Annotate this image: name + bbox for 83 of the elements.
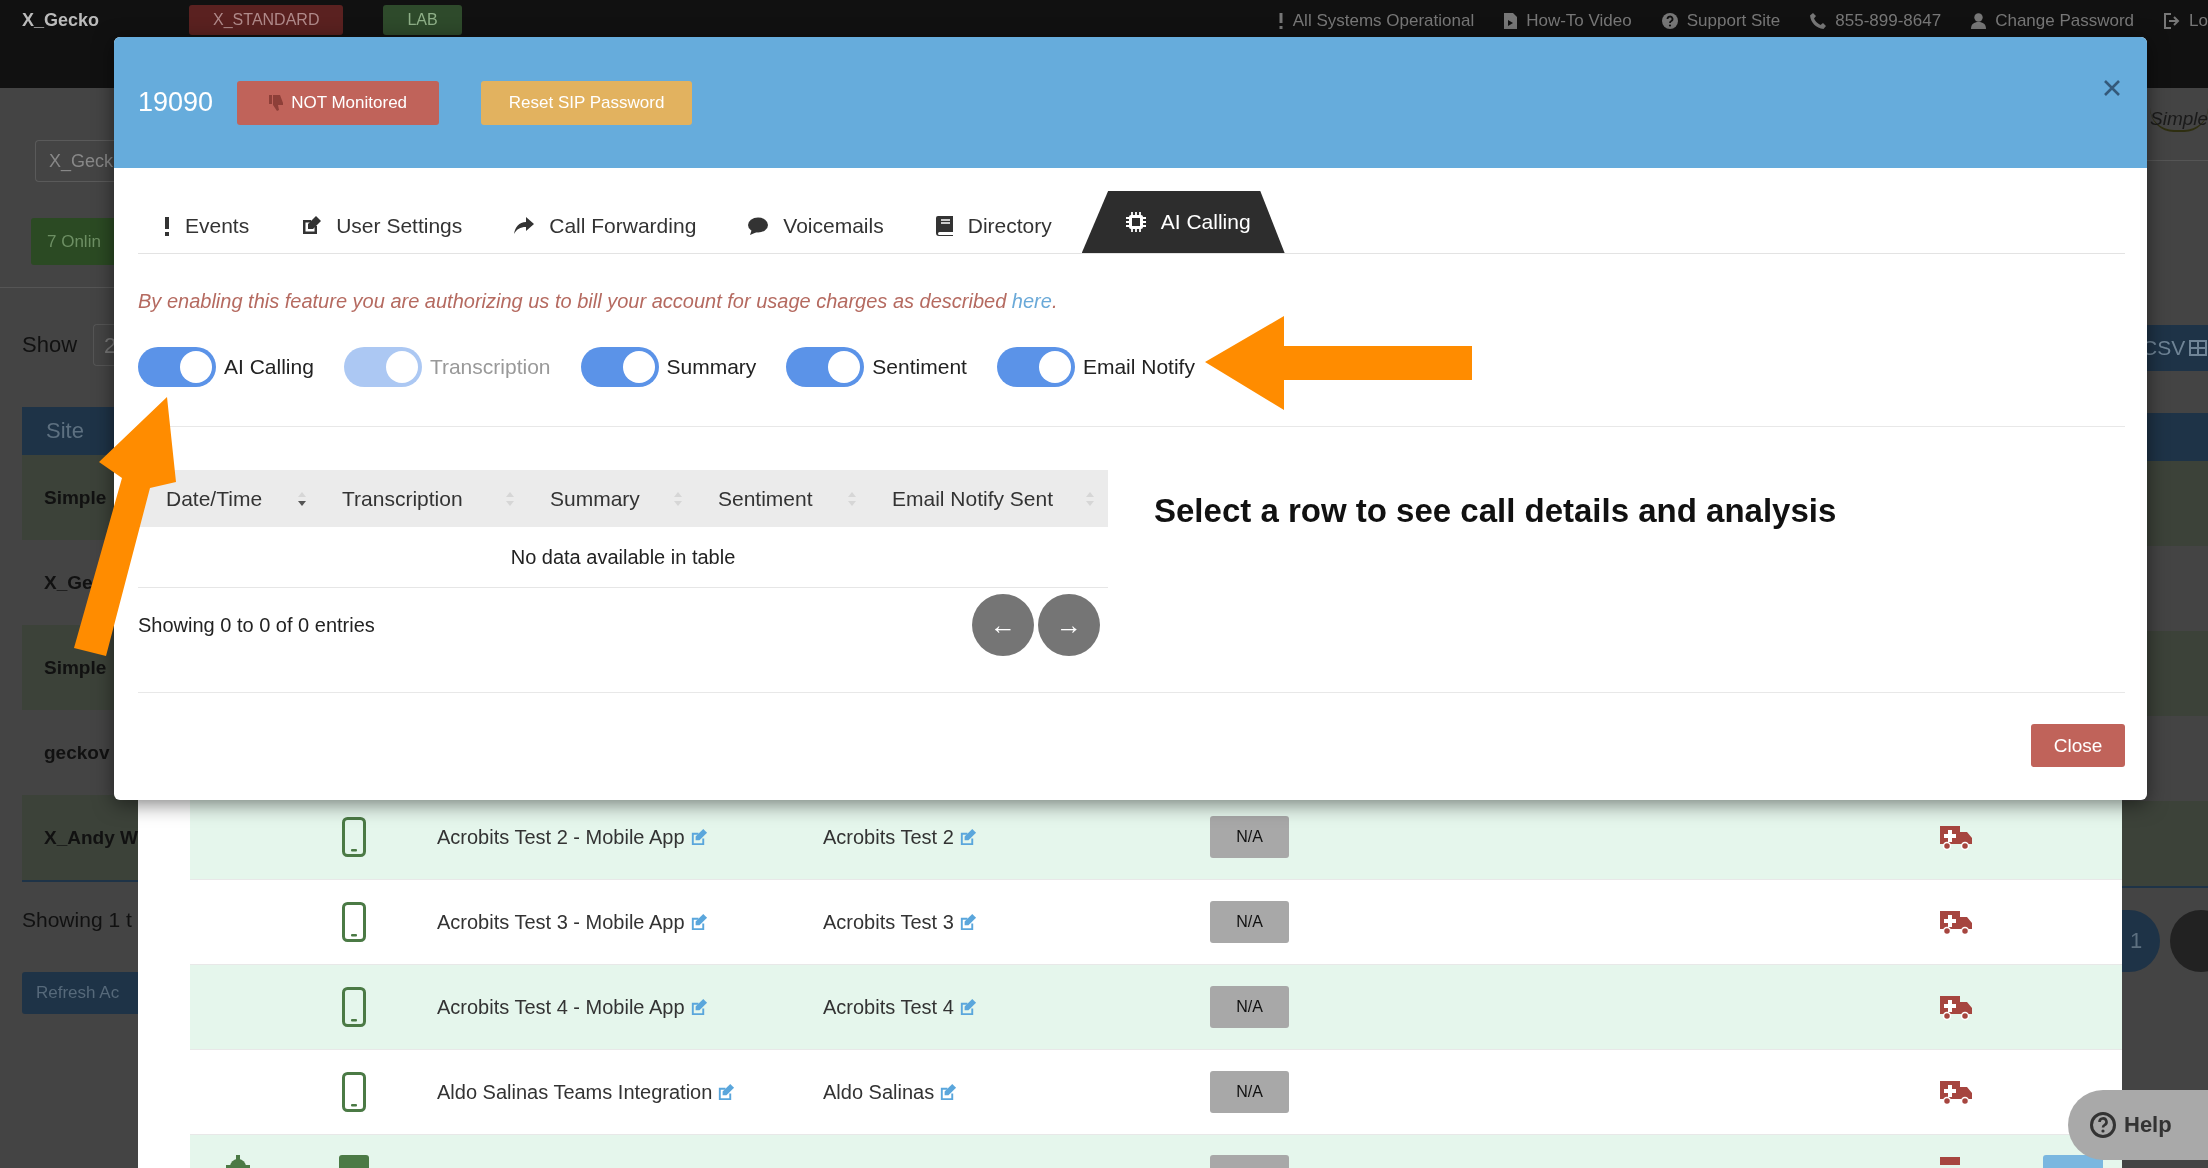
exclamation-icon — [1277, 13, 1284, 29]
ambulance-icon[interactable] — [1938, 993, 1974, 1021]
book-icon — [935, 216, 953, 236]
phone-icon — [1810, 13, 1827, 29]
next-page-button[interactable]: → — [1038, 594, 1100, 656]
device-name: Acrobits Test 3 - Mobile App — [437, 910, 685, 934]
chat-bubble-icon — [748, 217, 769, 235]
table-icon — [2189, 340, 2208, 356]
device-description: Aldo Salinas — [823, 1080, 935, 1104]
mobile-phone-icon — [342, 902, 366, 942]
device-name: Aldo Salinas Teams Integration — [437, 1080, 713, 1104]
page-button[interactable]: 1 — [2122, 910, 2160, 972]
tab[interactable]: Call Forwarding — [488, 199, 723, 253]
tab[interactable]: User Settings — [275, 199, 489, 253]
table-info: Showing 0 to 0 of 0 entries — [138, 613, 375, 637]
billing-notice: By enabling this feature you are authorizing us to bill your account for usage charges as described here. — [138, 289, 1059, 314]
toggle-switch[interactable] — [996, 347, 1075, 387]
chip-icon — [1125, 212, 1146, 232]
toggle-label: Summary — [666, 355, 757, 379]
column-header[interactable]: Date/Time — [166, 486, 263, 511]
top-link[interactable]: Change Password — [1995, 11, 2135, 31]
tab[interactable]: Events — [138, 199, 276, 253]
mobile-phone-icon — [342, 1072, 366, 1112]
monitor-button[interactable]: NOT Monitored — [237, 80, 440, 125]
terms-link[interactable]: here — [1011, 290, 1052, 312]
column-header[interactable]: Email Notify Sent — [892, 486, 1054, 511]
exclamation-icon — [164, 216, 170, 236]
edit-icon[interactable] — [938, 1082, 958, 1102]
toggle-switch[interactable] — [580, 347, 659, 387]
status-badge: N/A — [1210, 986, 1289, 1028]
tab[interactable]: Voicemails — [722, 199, 910, 253]
online-button[interactable]: 7 Onlin — [31, 218, 114, 265]
question-icon — [1661, 13, 1678, 29]
logout-icon — [2164, 13, 2181, 29]
top-link[interactable]: Lo — [2189, 11, 2208, 31]
edit-icon[interactable] — [716, 1082, 736, 1102]
ambulance-icon[interactable] — [1938, 823, 1974, 851]
details-heading: Select a row to see call details and analysis — [1154, 492, 1837, 530]
refresh-button[interactable]: Refresh Ac — [22, 972, 138, 1014]
share-arrow-icon — [514, 217, 535, 235]
toggle-label: Transcription — [429, 355, 551, 379]
thumbs-down-icon — [269, 94, 284, 111]
empty-table-message: No data available in table — [510, 545, 736, 569]
document-icon — [1504, 13, 1518, 29]
ambulance-icon[interactable] — [1938, 1078, 1974, 1106]
device-description: Acrobits Test 2 — [823, 825, 954, 849]
column-header[interactable]: Transcription — [342, 486, 463, 511]
plan-badge: LAB — [383, 5, 462, 35]
column-header[interactable]: Sentiment — [718, 486, 813, 511]
top-link[interactable]: 855-899-8647 — [1835, 11, 1942, 31]
toggle-label: Sentiment — [872, 355, 967, 379]
toggle-label: AI Calling — [224, 355, 314, 379]
plan-badge: X_STANDARD — [189, 5, 344, 35]
user-icon — [1971, 13, 1987, 29]
mobile-phone-icon — [342, 987, 366, 1027]
status-badge: N/A — [1210, 816, 1289, 858]
top-link[interactable]: All Systems Operational — [1292, 11, 1475, 31]
tab[interactable]: AI Calling — [1081, 191, 1285, 253]
toggle-label: Email Notify — [1082, 355, 1195, 379]
sort-icon[interactable] — [298, 490, 306, 507]
mobile-phone-icon — [342, 817, 366, 857]
top-link[interactable]: How-To Video — [1526, 11, 1632, 31]
device-description: Acrobits Test 3 — [823, 910, 954, 934]
question-icon — [2090, 1112, 2116, 1138]
close-button[interactable]: Close — [2031, 724, 2125, 767]
device-name: Acrobits Test 2 - Mobile App — [437, 825, 685, 849]
close-icon[interactable] — [2103, 79, 2121, 97]
toggle-switch[interactable] — [786, 347, 865, 387]
extension-number: 19090 — [138, 87, 214, 118]
column-header[interactable]: Summary — [550, 486, 640, 511]
edit-icon — [301, 216, 322, 236]
status-badge: N/A — [1210, 901, 1289, 943]
ambulance-icon[interactable] — [1938, 908, 1974, 936]
previous-page-button[interactable]: ← — [972, 594, 1034, 656]
device-name: Acrobits Test 4 - Mobile App — [437, 995, 685, 1019]
device-description: Acrobits Test 4 — [823, 995, 954, 1019]
status-badge: N/A — [1210, 1071, 1289, 1113]
top-link[interactable]: Support Site — [1686, 11, 1781, 31]
help-button[interactable]: Help — [2068, 1090, 2208, 1160]
column-header: Site — [46, 418, 84, 443]
brand-name[interactable]: X_Gecko — [22, 5, 100, 35]
tab[interactable]: Directory — [909, 199, 1078, 253]
toggle-switch[interactable] — [138, 347, 216, 387]
